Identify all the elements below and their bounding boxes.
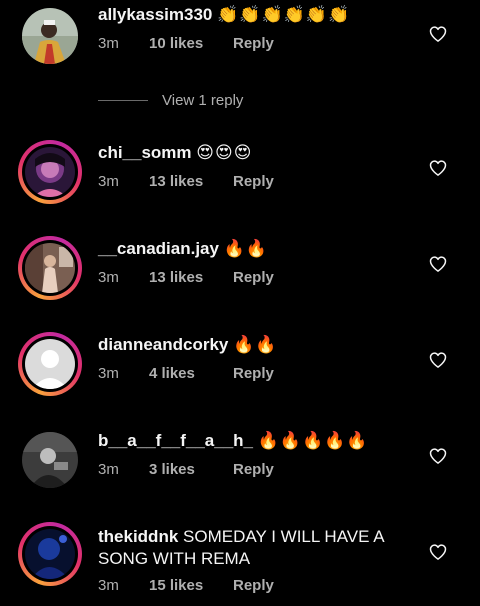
comment-emoji: 🔥🔥🔥🔥🔥 (257, 431, 369, 451)
avatar-image (22, 8, 78, 64)
view-replies-label: View 1 reply (162, 92, 244, 109)
heart-icon[interactable] (428, 24, 448, 44)
avatar-image (25, 529, 75, 579)
default-avatar-icon (25, 339, 75, 389)
comment-emoji: 🔥🔥 (233, 335, 278, 355)
reply-button[interactable]: Reply (233, 269, 274, 286)
reply-button[interactable]: Reply (233, 461, 274, 478)
comment-time: 3m (98, 365, 119, 382)
comment-likes[interactable]: 13 likes (149, 173, 233, 190)
comment-time: 3m (98, 35, 119, 52)
avatar[interactable] (18, 332, 82, 396)
comment-item: chi__somm 😍😍😍 3m 13 likes Reply (0, 138, 480, 218)
comment-username[interactable]: __canadian.jay (98, 239, 219, 258)
view-replies-button[interactable]: View 1 reply (98, 92, 243, 109)
heart-icon[interactable] (428, 542, 448, 562)
comment-time: 3m (98, 461, 119, 478)
avatar-image (25, 243, 75, 293)
comment-likes[interactable]: 13 likes (149, 269, 233, 286)
comment-username[interactable]: b__a__f__f__a__h_ (98, 431, 253, 450)
comment-item: allykassim330 👏👏👏👏👏👏 3m 10 likes Reply V… (0, 0, 480, 109)
comment-likes[interactable]: 10 likes (149, 35, 233, 52)
comment-username[interactable]: chi__somm (98, 143, 192, 162)
comment-emoji: 😍😍😍 (196, 143, 253, 163)
reply-button[interactable]: Reply (233, 365, 274, 382)
comment-username[interactable]: thekiddnk (98, 527, 178, 546)
comment-emoji: 👏👏👏👏👏👏 (217, 5, 351, 25)
avatar[interactable] (18, 236, 82, 300)
heart-icon[interactable] (428, 350, 448, 370)
comment-username[interactable]: allykassim330 (98, 5, 212, 24)
avatar[interactable] (18, 522, 82, 586)
avatar-image (25, 147, 75, 197)
avatar[interactable] (22, 432, 78, 488)
reply-button[interactable]: Reply (233, 577, 274, 594)
heart-icon[interactable] (428, 254, 448, 274)
comment-item: dianneandcorky 🔥🔥 3m 4 likes Reply (0, 330, 480, 410)
comment-time: 3m (98, 577, 119, 594)
reply-button[interactable]: Reply (233, 35, 274, 52)
reply-button[interactable]: Reply (233, 173, 274, 190)
comment-emoji: 🔥🔥 (223, 239, 269, 259)
avatar[interactable] (18, 140, 82, 204)
comment-likes[interactable]: 15 likes (149, 577, 233, 594)
divider-line (98, 100, 148, 101)
comment-item: b__a__f__f__a__h_ 🔥🔥🔥🔥🔥 3m 3 likes Reply (0, 426, 480, 506)
comment-time: 3m (98, 269, 119, 286)
comment-time: 3m (98, 173, 119, 190)
heart-icon[interactable] (428, 446, 448, 466)
comment-likes[interactable]: 3 likes (149, 461, 233, 478)
comment-item: thekiddnk SOMEDAY I WILL HAVE A SONG WIT… (0, 522, 480, 606)
heart-icon[interactable] (428, 158, 448, 178)
comment-likes[interactable]: 4 likes (149, 365, 233, 382)
comment-username[interactable]: dianneandcorky (98, 335, 228, 354)
comment-item: __canadian.jay 🔥🔥 3m 13 likes Reply (0, 234, 480, 314)
avatar-image (22, 432, 78, 488)
avatar[interactable] (22, 8, 78, 64)
